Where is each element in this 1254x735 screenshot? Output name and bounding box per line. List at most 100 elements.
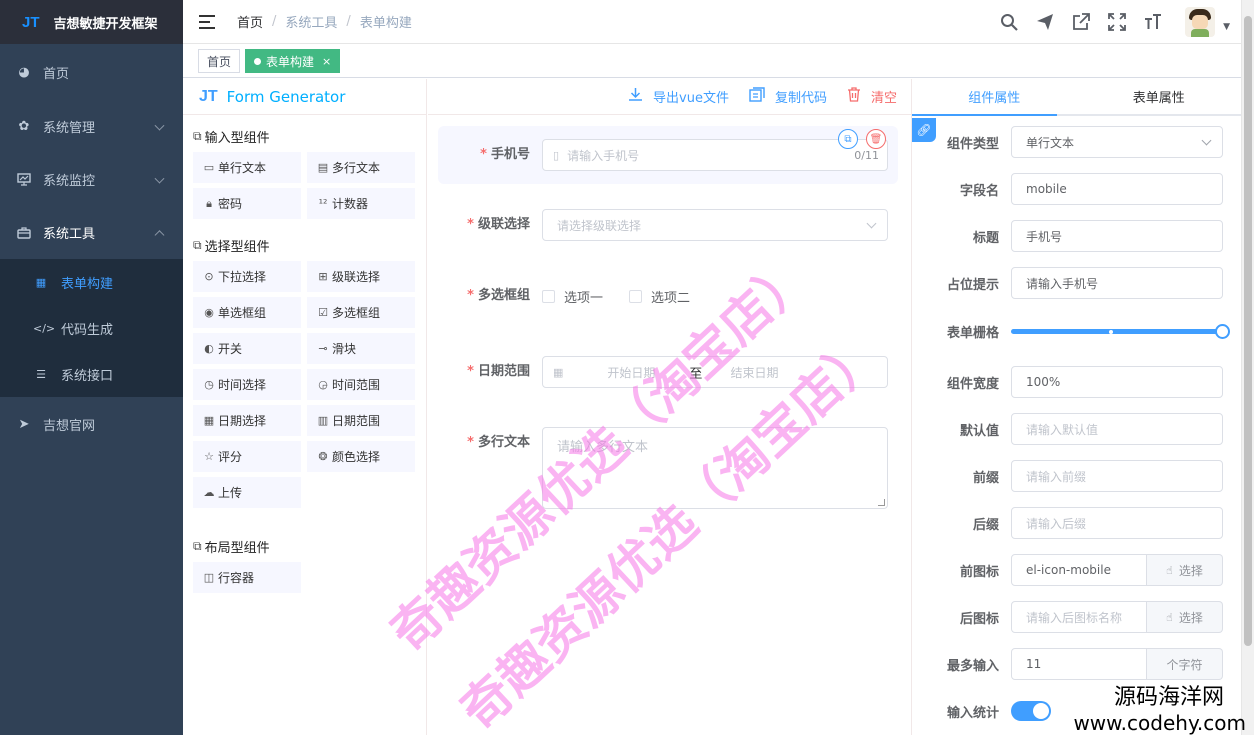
daterange-input[interactable]: ▦ 开始日期 至 结束日期 xyxy=(542,356,888,388)
placeholder-input[interactable]: 请输入手机号 xyxy=(1011,267,1223,299)
fullscreen-icon[interactable] xyxy=(1099,0,1135,44)
phone-placeholder: 请输入手机号 xyxy=(567,148,640,163)
checkbox-option-1[interactable]: 选项一 xyxy=(542,280,603,312)
prop-field: 字段名 mobile xyxy=(912,173,1242,205)
app-logo[interactable]: JT 吉想敏捷开发框架 xyxy=(0,0,183,44)
component-date-range[interactable]: ▥ 日期范围 xyxy=(307,405,415,436)
prefix-icon-input[interactable]: el-icon-mobile xyxy=(1011,554,1147,586)
close-icon[interactable]: × xyxy=(322,55,331,68)
prop-placeholder: 占位提示 请输入手机号 xyxy=(912,267,1242,299)
component-time-range[interactable]: ◶ 时间范围 xyxy=(307,369,415,400)
component-color[interactable]: ❂ 颜色选择 xyxy=(307,441,415,472)
component-rate[interactable]: ☆ 评分 xyxy=(193,441,301,472)
component-row[interactable]: ◫ 行容器 xyxy=(193,562,301,593)
suffix-input[interactable]: 请输入后缀 xyxy=(1011,507,1223,539)
input-group-title: ⧉ 输入型组件 xyxy=(193,128,270,146)
tab-component-props[interactable]: 组件属性 xyxy=(912,79,1077,114)
end-date-placeholder: 结束日期 xyxy=(730,365,779,380)
external-link-icon[interactable] xyxy=(1063,0,1099,44)
input-icon: ▭ xyxy=(203,161,215,174)
sidebar-item-system-tools[interactable]: 系统工具 xyxy=(0,206,183,259)
item-actions: ⧉ 🗑︎ xyxy=(830,129,886,149)
form-item-checkbox[interactable]: * 多选框组 选项一 选项二 xyxy=(438,280,898,312)
checkbox-group: 选项一 选项二 xyxy=(542,280,716,312)
title-input[interactable]: 手机号 xyxy=(1011,220,1223,252)
field-name-input[interactable]: mobile xyxy=(1011,173,1223,205)
navbar-right: ▼ xyxy=(991,0,1254,44)
search-icon[interactable] xyxy=(991,0,1027,44)
delete-item-icon[interactable]: 🗑︎ xyxy=(866,129,886,149)
sidebar-item-code-gen[interactable]: </> 代码生成 xyxy=(0,305,183,351)
tag-form-builder[interactable]: 表单构建 × xyxy=(245,49,341,73)
prop-label: 默认值 xyxy=(959,423,999,439)
clear-button[interactable]: 清空 xyxy=(847,87,897,106)
sidebar-item-home[interactable]: ◕ 首页 xyxy=(0,44,183,100)
gear-icon: ✿ xyxy=(18,119,30,134)
prop-width: 组件宽度 100% xyxy=(912,366,1242,398)
width-input[interactable]: 100% xyxy=(1011,366,1223,398)
sidebar-item-label: 系统工具 xyxy=(43,227,96,242)
paper-plane-icon[interactable] xyxy=(1027,0,1063,44)
prefix-input[interactable]: 请输入前缀 xyxy=(1011,460,1223,492)
form-item-cascader[interactable]: * 级联选择 请选择级联选择 xyxy=(438,209,898,241)
component-cascader[interactable]: ⊞ 级联选择 xyxy=(307,261,415,292)
component-radio[interactable]: ◉ 单选框组 xyxy=(193,297,301,328)
copy-code-button[interactable]: 复制代码 xyxy=(749,87,827,106)
slider-handle[interactable] xyxy=(1215,324,1230,339)
tab-form-props[interactable]: 表单属性 xyxy=(1077,79,1242,114)
suffix-icon-input[interactable]: 请输入后图标名称 xyxy=(1011,601,1147,633)
caret-down-icon[interactable]: ▼ xyxy=(1223,22,1230,32)
logo-mark: JT xyxy=(22,13,40,31)
component-textarea[interactable]: ▤ 多行文本 xyxy=(307,152,415,183)
default-value-input[interactable]: 请输入默认值 xyxy=(1011,413,1223,445)
star-icon: ☆ xyxy=(204,450,214,463)
component-time[interactable]: ◷ 时间选择 xyxy=(193,369,301,400)
component-slider[interactable]: ⊸ 滑块 xyxy=(307,333,415,364)
scrollbar-thumb[interactable] xyxy=(1244,16,1252,646)
sidebar-submenu: ▦ 表单构建 </> 代码生成 ☰ 系统接口 xyxy=(0,259,183,397)
component-switch[interactable]: ◐ 开关 xyxy=(193,333,301,364)
page-scrollbar[interactable] xyxy=(1241,0,1254,735)
sidebar-item-system-monitor[interactable]: 系统监控 xyxy=(0,153,183,206)
breadcrumb-home[interactable]: 首页 xyxy=(237,12,263,31)
checkbox-option-2[interactable]: 选项二 xyxy=(629,280,690,312)
component-checkbox[interactable]: ☑ 多选框组 xyxy=(307,297,415,328)
form-item-daterange[interactable]: * 日期范围 ▦ 开始日期 至 结束日期 xyxy=(438,356,898,388)
breadcrumb: 首页 / 系统工具 / 表单构建 xyxy=(237,12,412,31)
form-label: * 手机号 xyxy=(480,147,530,162)
sidebar-item-system-manage[interactable]: ✿ 系统管理 xyxy=(0,100,183,153)
form-item-phone[interactable]: * 手机号 ▯ 请输入手机号 0/11 ⧉ 🗑︎ xyxy=(438,126,898,184)
form-item-textarea[interactable]: * 多行文本 请输入多行文本 xyxy=(438,427,898,509)
sidebar-item-website[interactable]: ➤ 吉想官网 xyxy=(0,397,183,451)
component-select[interactable]: ⊙ 下拉选择 xyxy=(193,261,301,292)
show-count-switch[interactable] xyxy=(1011,701,1051,721)
resize-handle[interactable] xyxy=(878,499,885,506)
prop-label: 前缀 xyxy=(972,470,999,486)
tag-label: 首页 xyxy=(207,54,232,69)
avatar[interactable] xyxy=(1185,7,1216,37)
sidebar-item-form-builder[interactable]: ▦ 表单构建 xyxy=(0,259,183,305)
component-upload[interactable]: ☁ 上传 xyxy=(193,477,301,508)
export-vue-button[interactable]: 导出vue文件 xyxy=(628,87,729,106)
cascader-input[interactable]: 请选择级联选择 xyxy=(542,209,888,241)
component-number[interactable]: ¹² 计数器 xyxy=(307,188,415,219)
form-label: * 多选框组 xyxy=(467,288,530,303)
prop-label: 占位提示 xyxy=(946,277,999,293)
prefix-icon-select-button[interactable]: ☝ 选择 xyxy=(1147,554,1223,586)
breadcrumb-separator: / xyxy=(272,14,277,29)
maxlength-input[interactable]: 11 xyxy=(1011,648,1147,680)
mobile-icon: ▯ xyxy=(553,148,560,162)
component-type-select[interactable]: 单行文本 xyxy=(1011,126,1223,158)
textarea-input[interactable]: 请输入多行文本 xyxy=(542,427,888,509)
tag-home[interactable]: 首页 xyxy=(198,49,241,73)
span-slider[interactable] xyxy=(1011,315,1230,347)
component-input[interactable]: ▭ 单行文本 xyxy=(193,152,301,183)
copy-item-icon[interactable]: ⧉ xyxy=(838,129,858,149)
sidebar-item-system-api[interactable]: ☰ 系统接口 xyxy=(0,351,183,397)
prop-title: 标题 手机号 xyxy=(912,220,1242,252)
component-date[interactable]: ▦ 日期选择 xyxy=(193,405,301,436)
hamburger-icon[interactable] xyxy=(199,14,217,29)
font-size-icon[interactable] xyxy=(1135,0,1171,44)
suffix-icon-select-button[interactable]: ☝ 选择 xyxy=(1147,601,1223,633)
component-password[interactable]: 🔒︎ 密码 xyxy=(193,188,301,219)
